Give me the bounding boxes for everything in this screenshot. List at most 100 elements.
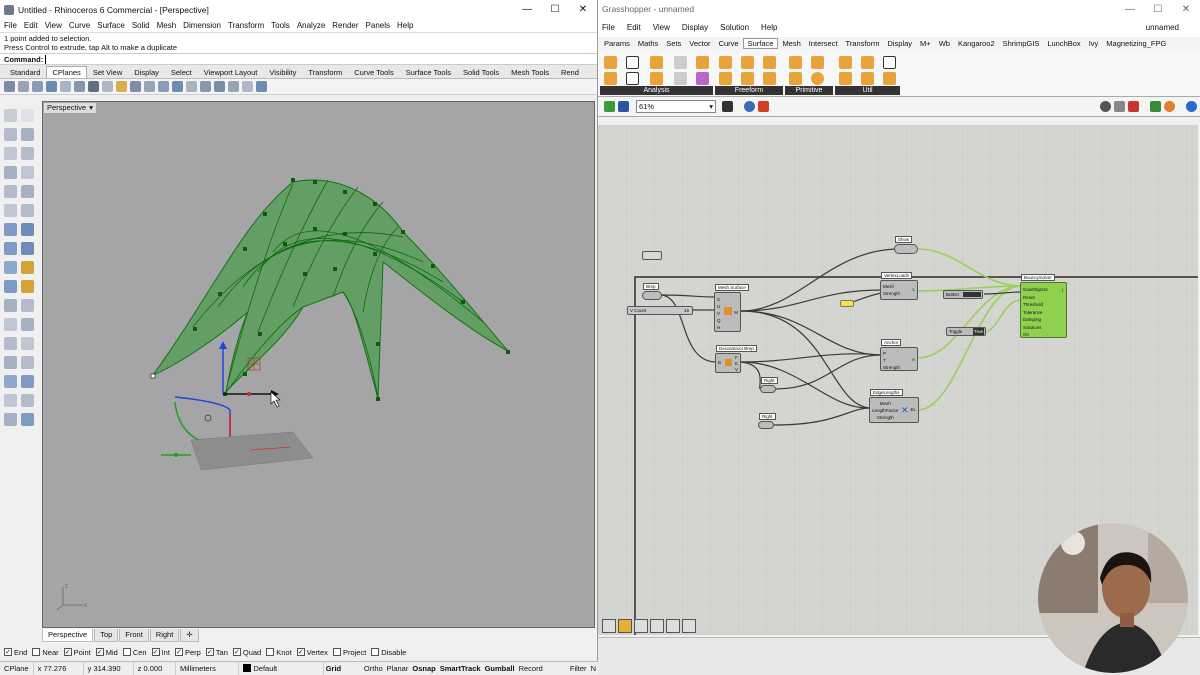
osnap-vertex[interactable]: ✓ Vertex bbox=[296, 648, 328, 657]
text-icon[interactable] bbox=[21, 394, 34, 407]
surface-icon[interactable] bbox=[4, 223, 17, 236]
menu-render[interactable]: Render bbox=[332, 21, 358, 30]
osnap-project[interactable]: Project bbox=[332, 648, 366, 657]
cplane-right-icon[interactable] bbox=[214, 81, 225, 92]
network-srf-icon[interactable] bbox=[719, 72, 732, 85]
gh-tab-magnetizing-fpg[interactable]: Magnetizing_FPG bbox=[1102, 39, 1170, 48]
osnap-checkbox[interactable] bbox=[266, 648, 275, 656]
brep-join-icon[interactable] bbox=[839, 56, 852, 69]
loft-icon[interactable] bbox=[21, 261, 34, 274]
gh-tab-intersect[interactable]: Intersect bbox=[805, 39, 842, 48]
point-cloud-icon[interactable] bbox=[4, 204, 17, 217]
gh-tab-curve[interactable]: Curve bbox=[715, 39, 743, 48]
osnap-cen[interactable]: Cen bbox=[122, 648, 147, 657]
box-icon[interactable] bbox=[4, 242, 17, 255]
cplane-label[interactable]: CPlane bbox=[0, 661, 34, 675]
gh-menu-edit[interactable]: Edit bbox=[627, 23, 641, 32]
toggle-ortho[interactable]: Ortho bbox=[362, 662, 385, 675]
menu-tools[interactable]: Tools bbox=[271, 21, 290, 30]
cplane-top-icon[interactable] bbox=[172, 81, 183, 92]
tab-visibility[interactable]: Visibility bbox=[263, 66, 302, 78]
curve-fillet-icon[interactable] bbox=[21, 204, 34, 217]
tab-standard[interactable]: Standard bbox=[4, 66, 46, 78]
menu-surface[interactable]: Surface bbox=[97, 21, 125, 30]
viewport-tab-right[interactable]: Right bbox=[149, 629, 180, 642]
menu-analyze[interactable]: Analyze bbox=[297, 21, 325, 30]
minimize-button[interactable]: — bbox=[513, 0, 541, 19]
osnap-checkbox[interactable]: ✓ bbox=[4, 648, 12, 656]
move-icon[interactable] bbox=[4, 337, 17, 350]
cplane-elevation-icon[interactable] bbox=[18, 81, 29, 92]
gh-tab-vector[interactable]: Vector bbox=[685, 39, 714, 48]
evaluate-icon[interactable] bbox=[696, 56, 709, 69]
offset-icon[interactable] bbox=[883, 56, 896, 69]
osnap-checkbox[interactable] bbox=[32, 648, 41, 656]
render-icon[interactable] bbox=[21, 413, 34, 426]
shaded-preview-icon[interactable] bbox=[1128, 101, 1139, 112]
solid-icon[interactable] bbox=[21, 223, 34, 236]
mesh-surface-component[interactable]: Mesh Surface SUVQH M bbox=[714, 284, 749, 332]
cplane-open-icon[interactable] bbox=[116, 81, 127, 92]
toggle-filter[interactable]: Filter bbox=[568, 662, 589, 675]
gh-tab-sets[interactable]: Sets bbox=[662, 39, 685, 48]
cplane-back-icon[interactable] bbox=[242, 81, 253, 92]
cplane-world-icon[interactable] bbox=[256, 81, 267, 92]
gh-menu-solution[interactable]: Solution bbox=[720, 23, 749, 32]
array-icon[interactable] bbox=[4, 375, 17, 388]
flag-tool-icon[interactable] bbox=[682, 619, 696, 633]
osnap-knot[interactable]: Knot bbox=[266, 648, 292, 657]
floating-param[interactable] bbox=[642, 251, 662, 260]
anchor-point[interactable] bbox=[150, 373, 156, 379]
tab-curve-tools[interactable]: Curve Tools bbox=[348, 66, 399, 78]
polygon-icon[interactable] bbox=[4, 185, 17, 198]
cplane-bottom-icon[interactable] bbox=[186, 81, 197, 92]
gh-tab-transform[interactable]: Transform bbox=[842, 39, 884, 48]
rectangle-icon[interactable] bbox=[21, 166, 34, 179]
add-viewport-icon[interactable]: ✛ bbox=[180, 629, 199, 642]
osnap-checkbox[interactable]: ✓ bbox=[95, 648, 104, 656]
osnap-checkbox[interactable]: ✓ bbox=[63, 648, 72, 656]
close-button[interactable]: ✕ bbox=[569, 0, 597, 19]
cplane-zaxis-icon[interactable] bbox=[74, 81, 85, 92]
cplane-save-icon[interactable] bbox=[130, 81, 141, 92]
cplane-front-icon[interactable] bbox=[228, 81, 239, 92]
open-file-icon[interactable] bbox=[604, 101, 615, 112]
gh-tab-mesh[interactable]: Mesh bbox=[778, 39, 804, 48]
osnap-tan[interactable]: ✓ Tan bbox=[205, 648, 228, 657]
menu-help[interactable]: Help bbox=[397, 21, 413, 30]
menu-view[interactable]: View bbox=[45, 21, 62, 30]
box-icon[interactable] bbox=[789, 56, 802, 69]
fillet-edge-icon[interactable] bbox=[883, 72, 896, 85]
sketch-pen-icon[interactable] bbox=[758, 101, 769, 112]
sphere-icon[interactable] bbox=[811, 72, 824, 85]
osnap-checkbox[interactable]: ✓ bbox=[174, 648, 183, 656]
mirror-icon[interactable] bbox=[21, 375, 34, 388]
curvature-icon[interactable] bbox=[650, 72, 663, 85]
osnap-checkbox[interactable]: ✓ bbox=[296, 648, 305, 656]
zoom-extents-icon[interactable] bbox=[722, 101, 733, 112]
trim-icon[interactable] bbox=[4, 299, 17, 312]
divide-domain-icon[interactable] bbox=[839, 72, 852, 85]
principal-icon[interactable] bbox=[674, 72, 687, 85]
hand-tool-icon[interactable] bbox=[618, 619, 632, 633]
revolve-icon[interactable] bbox=[763, 72, 776, 85]
tab-surface-tools[interactable]: Surface Tools bbox=[400, 66, 457, 78]
osnap-checkbox[interactable] bbox=[332, 648, 341, 656]
cplane-previous-icon[interactable] bbox=[144, 81, 155, 92]
brep-closest-icon[interactable] bbox=[650, 56, 663, 69]
menu-file[interactable]: File bbox=[4, 21, 17, 30]
join-icon[interactable] bbox=[4, 318, 17, 331]
mesh-icon[interactable] bbox=[21, 242, 34, 255]
freeform-icon[interactable] bbox=[21, 185, 34, 198]
grid-icon[interactable] bbox=[88, 81, 99, 92]
osnap-checkbox[interactable]: ✓ bbox=[151, 648, 160, 656]
gh-tab-wb[interactable]: Wb bbox=[935, 39, 954, 48]
point-icon[interactable] bbox=[21, 109, 34, 122]
osnap-int[interactable]: ✓ Int bbox=[151, 648, 170, 657]
bounding-box-icon[interactable] bbox=[789, 72, 802, 85]
copy-icon[interactable] bbox=[21, 337, 34, 350]
patch-icon[interactable] bbox=[741, 72, 754, 85]
toggle-osnap[interactable]: Osnap bbox=[410, 662, 437, 675]
tab-transform[interactable]: Transform bbox=[302, 66, 348, 78]
preview-eye-icon[interactable] bbox=[744, 101, 755, 112]
